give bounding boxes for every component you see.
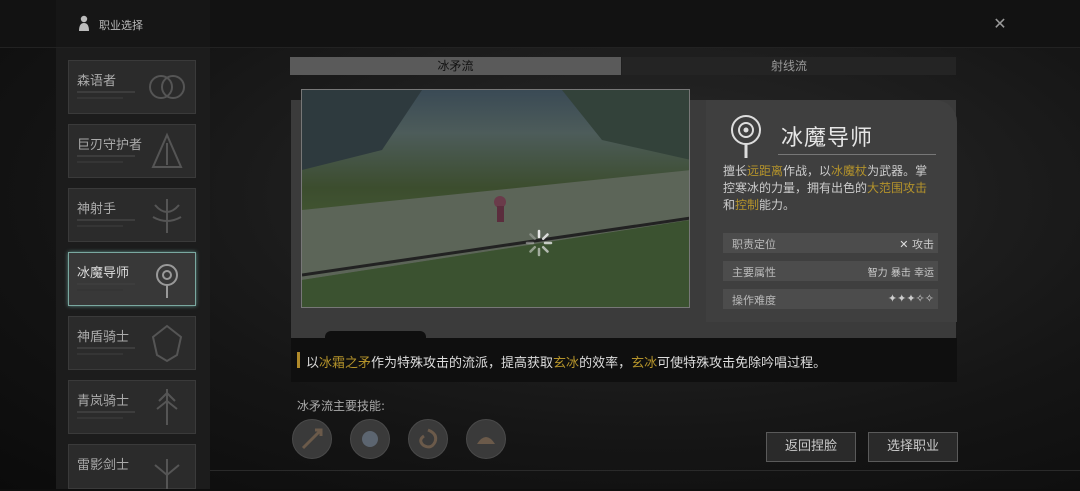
class-card-subtext — [77, 347, 135, 349]
class-card-shield[interactable]: 神盾骑士 — [68, 316, 196, 370]
class-card-label: 青岚骑士 — [77, 394, 130, 409]
class-card-thunder[interactable]: 雷影剑士 — [68, 444, 196, 489]
banner-text-part: 可使特殊攻击免除吟唱过程。 — [657, 356, 827, 371]
preview-video[interactable] — [301, 89, 690, 308]
frost-staff-emblem-icon — [731, 115, 761, 158]
class-card-frost-mage[interactable]: 冰魔导师 — [68, 252, 196, 306]
class-card-subtext — [77, 411, 135, 413]
desc-highlight: 远距离 — [747, 164, 784, 178]
banner-text: 以冰霜之矛作为特殊攻击的流派，提高获取玄冰的效率，玄冰可使特殊攻击免除吟唱过程。 — [306, 352, 826, 371]
desc-highlight: 大范围攻击 — [867, 181, 928, 195]
attribute-difficulty: 操作难度 ✦✦✦✧✧ — [723, 289, 938, 309]
loading-spinner-icon — [525, 229, 553, 257]
class-card-subtext — [77, 91, 135, 93]
attribute-label: 主要属性 — [732, 266, 776, 279]
attribute-label: 职责定位 — [732, 238, 776, 251]
class-card-archer[interactable]: 神射手 — [68, 188, 196, 242]
desc-highlight: 控制 — [735, 198, 760, 212]
shield-emblem-icon — [151, 324, 183, 363]
skills-label: 冰矛流主要技能: — [297, 399, 386, 413]
desc-text: 能力。 — [759, 198, 796, 212]
banner-text-part: 的效率， — [579, 356, 632, 371]
class-card-subtext — [77, 225, 123, 227]
tab-ice-spear[interactable]: 冰矛流 — [290, 57, 621, 75]
divider — [778, 154, 936, 155]
vortex-skill-icon[interactable] — [408, 419, 448, 459]
blizzard-skill-icon[interactable] — [466, 419, 506, 459]
desc-highlight: 冰魔杖 — [831, 164, 868, 178]
class-card-subtext — [77, 161, 123, 163]
thunder-emblem-icon — [154, 459, 180, 489]
class-title: 冰魔导师 — [781, 126, 874, 151]
class-card-subtext — [77, 289, 123, 291]
frost-staff-emblem-icon — [156, 264, 178, 298]
desc-text: 擅长 — [723, 164, 748, 178]
spear-emblem-icon — [156, 389, 178, 425]
class-card-subtext — [77, 155, 135, 157]
arrow-emblem-icon — [152, 199, 182, 233]
banner-text-part: 作为特殊攻击的流派，提高获取 — [371, 356, 554, 371]
back-to-face-button[interactable]: 返回捏脸 — [766, 432, 856, 462]
preview-scene-image — [302, 90, 689, 307]
person-icon — [79, 15, 89, 31]
attribute-value: 智力 暴击 幸运 — [867, 268, 934, 279]
class-card-label: 神射手 — [77, 202, 117, 217]
leaf-ring-emblem-icon — [149, 75, 185, 99]
select-class-button[interactable]: 选择职业 — [868, 432, 958, 462]
attribute-label: 操作难度 — [732, 294, 776, 307]
class-card-forest[interactable]: 森语者 — [68, 60, 196, 114]
banner-tab — [325, 331, 426, 339]
class-card-subtext — [77, 219, 135, 221]
class-card-label: 冰魔导师 — [77, 266, 130, 281]
class-card-subtext — [77, 417, 123, 419]
banner-accent — [297, 352, 300, 368]
ice-spear-skill-icon[interactable] — [292, 419, 332, 459]
class-description: 擅长远距离作战，以冰魔杖为武器。掌控寒冰的力量，拥有出色的大范围攻击和控制能力。 — [723, 163, 939, 214]
attribute-value: ✕ 攻击 — [899, 236, 934, 252]
frost-orb-skill-icon[interactable] — [350, 419, 390, 459]
page-title: 职业选择 — [99, 19, 143, 32]
class-card-subtext — [77, 283, 135, 285]
screen: 职业选择 ✕ 森语者 巨刃守护者 神射手 冰魔导师 神盾骑士 青岚骑士 雷影剑士… — [0, 0, 1080, 489]
divider — [210, 470, 1080, 471]
close-icon[interactable]: ✕ — [990, 14, 1010, 34]
class-card-label: 森语者 — [77, 74, 117, 89]
crossed-swords-icon: ✕ — [899, 238, 909, 251]
banner-highlight: 玄冰 — [553, 356, 580, 371]
attribute-stats: 主要属性 智力 暴击 幸运 — [723, 261, 938, 281]
banner-highlight: 玄冰 — [631, 356, 658, 371]
attribute-value-text: 攻击 — [912, 238, 934, 251]
class-card-label: 神盾骑士 — [77, 330, 130, 345]
class-card-label: 巨刃守护者 — [77, 138, 143, 153]
banner-highlight: 冰霜之矛 — [319, 356, 372, 371]
class-card-label: 雷影剑士 — [77, 458, 130, 473]
banner-text-part: 以 — [306, 356, 320, 371]
blade-emblem-icon — [151, 132, 183, 168]
difficulty-stars: ✦✦✦✧✧ — [887, 292, 934, 305]
class-card-subtext — [77, 97, 123, 99]
class-card-subtext — [77, 353, 123, 355]
desc-text: 和 — [723, 198, 736, 212]
desc-text: 作战，以 — [783, 164, 832, 178]
tab-ray[interactable]: 射线流 — [622, 57, 956, 75]
class-card-blade[interactable]: 巨刃守护者 — [68, 124, 196, 178]
attribute-role: 职责定位 ✕ 攻击 — [723, 233, 938, 253]
class-card-spear[interactable]: 青岚骑士 — [68, 380, 196, 434]
